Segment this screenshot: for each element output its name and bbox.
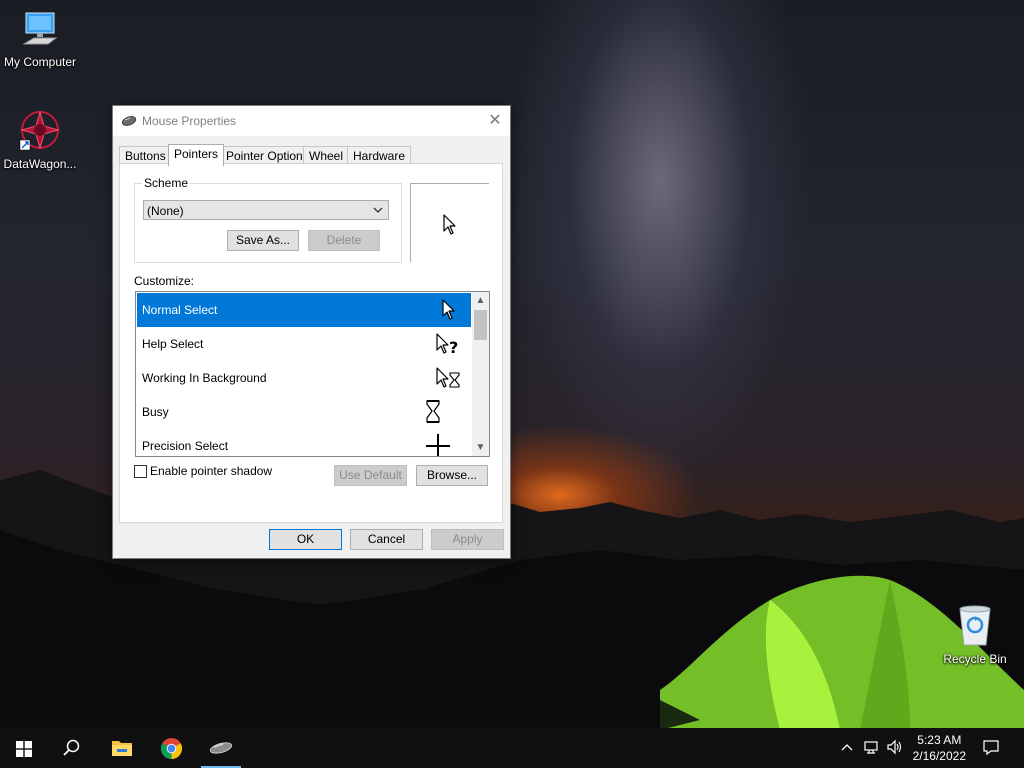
checkbox-box[interactable] (134, 465, 147, 478)
list-item-label: Help Select (142, 337, 204, 351)
desktop-icon-datawagon[interactable]: DataWagon... (0, 108, 80, 171)
search-button[interactable] (48, 728, 96, 768)
recycle-bin-icon (935, 603, 1015, 650)
scheme-selected-value: (None) (147, 204, 184, 218)
use-default-button[interactable]: Use Default (334, 465, 407, 486)
volume-icon[interactable] (886, 738, 904, 760)
ok-button[interactable]: OK (269, 529, 342, 550)
list-item-label: Precision Select (142, 439, 229, 453)
desktop-icon-label: DataWagon... (3, 157, 77, 171)
customize-label: Customize: (134, 274, 195, 288)
windows-logo-icon (16, 741, 32, 760)
close-icon[interactable]: ✕ (480, 106, 510, 136)
scroll-thumb[interactable] (474, 310, 487, 340)
scheme-dropdown[interactable]: (None) (143, 200, 389, 220)
help-cursor-icon: ? (435, 331, 461, 360)
cursor-list[interactable]: Normal Select Help Select ? Working In B… (135, 291, 490, 457)
scroll-down-icon[interactable]: ▼ (472, 439, 489, 456)
tab-pointers[interactable]: Pointers (168, 144, 225, 166)
title-bar[interactable]: Mouse Properties ✕ (113, 106, 510, 136)
list-item-label: Busy (142, 405, 169, 419)
folder-icon (111, 738, 133, 761)
arrow-cursor-icon (443, 214, 457, 239)
save-as-button[interactable]: Save As... (227, 230, 299, 251)
working-cursor-icon (435, 365, 461, 394)
cancel-button[interactable]: Cancel (350, 529, 423, 550)
start-button[interactable] (0, 728, 48, 768)
taskbar-clock[interactable]: 5:23 AM 2/16/2022 (913, 732, 966, 764)
hourglass-icon (425, 399, 441, 428)
taskbar: 5:23 AM 2/16/2022 (0, 728, 1024, 768)
list-item[interactable]: Precision Select (137, 429, 471, 456)
desktop-icon-label: My Computer (3, 55, 77, 69)
scheme-legend: Scheme (142, 176, 191, 190)
chevron-up-icon[interactable] (840, 738, 854, 760)
cursor-preview-box (410, 183, 489, 262)
mouse-properties-dialog: Mouse Properties ✕ Buttons Pointers Poin… (112, 105, 511, 559)
desktop-icon-recycle-bin[interactable]: Recycle Bin (935, 603, 1015, 666)
list-item-label: Working In Background (142, 371, 267, 385)
taskbar-mouse-properties[interactable] (197, 728, 245, 768)
list-item[interactable]: Working In Background (137, 361, 471, 395)
network-icon[interactable] (863, 738, 881, 760)
list-item-label: Normal Select (142, 303, 218, 317)
list-item[interactable]: Normal Select (137, 293, 471, 327)
list-item[interactable]: Help Select ? (137, 327, 471, 361)
list-item[interactable]: Busy (137, 395, 471, 429)
mouse-icon (121, 115, 137, 130)
browse-button[interactable]: Browse... (416, 465, 488, 486)
desktop-icon-label: Recycle Bin (943, 652, 1007, 666)
svg-text:?: ? (449, 338, 458, 357)
enable-pointer-shadow-label: Enable pointer shadow (150, 464, 273, 478)
mouse-icon (209, 742, 233, 757)
taskbar-file-explorer[interactable] (98, 728, 146, 768)
taskbar-chrome[interactable] (148, 728, 196, 768)
chrome-icon (160, 737, 183, 763)
search-icon (63, 739, 81, 760)
desktop-icon-my-computer[interactable]: My Computer (0, 10, 80, 69)
clock-time: 5:23 AM (917, 733, 962, 747)
crosshair-icon (425, 433, 451, 456)
delete-button[interactable]: Delete (308, 230, 380, 251)
arrow-cursor-icon (435, 297, 461, 326)
pointers-tab-panel: Scheme (None) Save As... Delete Customiz… (119, 163, 503, 523)
scheme-group: Scheme (None) Save As... Delete (134, 176, 402, 263)
datawagon-icon (0, 108, 80, 155)
chevron-down-icon (373, 201, 383, 225)
computer-icon (0, 10, 80, 53)
scroll-up-icon[interactable]: ▲ (472, 292, 489, 309)
clock-date: 2/16/2022 (912, 749, 966, 763)
apply-button[interactable]: Apply (431, 529, 504, 550)
list-scrollbar[interactable]: ▲ ▼ (472, 292, 489, 456)
notification-icon[interactable] (982, 738, 1000, 760)
dialog-title: Mouse Properties (142, 114, 237, 128)
